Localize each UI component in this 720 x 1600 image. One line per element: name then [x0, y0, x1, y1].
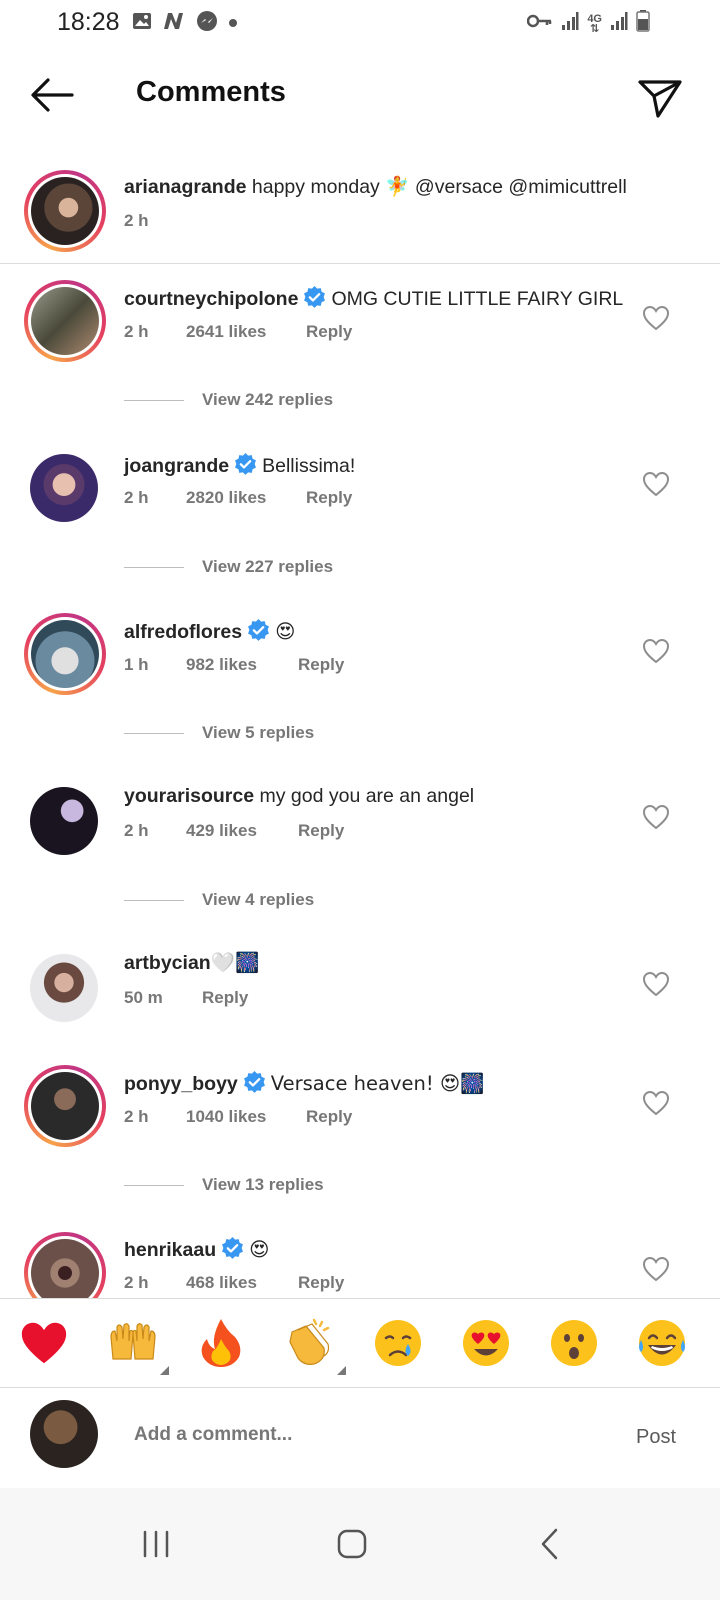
- surprised-face-icon: [551, 1320, 597, 1366]
- raising-hands-reaction-button[interactable]: [105, 1315, 169, 1375]
- fire-reaction-button[interactable]: [193, 1315, 249, 1371]
- comment-item: henrikaau 😍 2 h 468 likes Reply: [0, 0, 720, 1298]
- comment-likes[interactable]: 468 likes: [186, 1273, 298, 1293]
- current-user-avatar: [30, 1400, 98, 1468]
- crying-face-reaction-button[interactable]: [370, 1315, 426, 1371]
- home-button[interactable]: [322, 1514, 382, 1574]
- system-navigation-bar: [0, 1488, 720, 1600]
- comment-time: 2 h: [124, 1273, 149, 1292]
- home-icon: [337, 1529, 367, 1559]
- chevron-left-icon: [541, 1528, 558, 1560]
- tears-of-joy-reaction-button[interactable]: [634, 1315, 690, 1371]
- post-button[interactable]: Post: [636, 1426, 676, 1449]
- comment-text: henrikaau 😍: [124, 1236, 269, 1262]
- fire-icon: [201, 1319, 241, 1367]
- recent-apps-button[interactable]: [126, 1514, 186, 1574]
- verified-badge-icon: [222, 1237, 244, 1259]
- reply-button[interactable]: Reply: [298, 1273, 344, 1293]
- comment-composer: Post: [0, 1388, 720, 1488]
- raising-hands-icon: [110, 1323, 156, 1360]
- variant-indicator: [160, 1366, 169, 1375]
- crying-face-icon: [375, 1320, 421, 1366]
- recent-apps-icon: [143, 1530, 169, 1558]
- comment-avatar[interactable]: [24, 1232, 106, 1298]
- heart-reaction-button[interactable]: [16, 1315, 72, 1371]
- surprised-face-reaction-button[interactable]: [546, 1315, 602, 1371]
- comment-username[interactable]: henrikaau: [124, 1239, 216, 1261]
- comment-meta: 2 h 468 likes Reply: [124, 1273, 344, 1293]
- variant-indicator: [337, 1366, 346, 1375]
- back-nav-button[interactable]: [520, 1514, 580, 1574]
- clapping-hands-reaction-button[interactable]: [282, 1315, 346, 1375]
- clapping-hands-icon: [289, 1318, 330, 1365]
- quick-reaction-bar: [0, 1298, 720, 1388]
- tears-of-joy-icon: [639, 1320, 685, 1366]
- heart-eyes-icon: [463, 1320, 509, 1366]
- comment-input[interactable]: [134, 1418, 594, 1452]
- red-heart-icon: [21, 1322, 67, 1364]
- like-heart-icon[interactable]: [642, 1256, 670, 1282]
- comment-body: 😍: [249, 1238, 270, 1261]
- heart-eyes-reaction-button[interactable]: [458, 1315, 514, 1371]
